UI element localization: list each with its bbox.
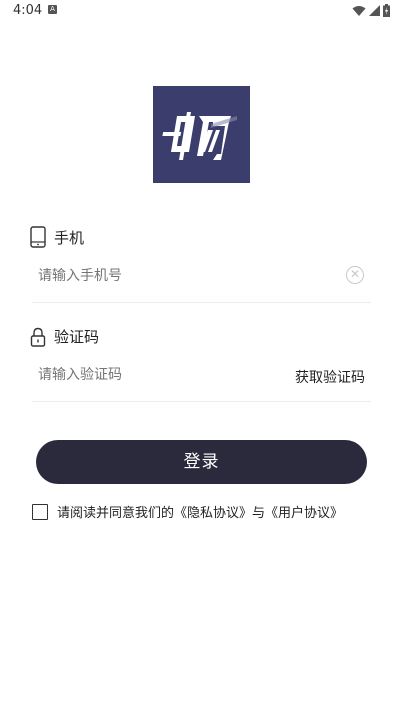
agreement-prefix: 请阅读并同意我们的: [57, 506, 175, 521]
code-label-row: 验证码: [30, 326, 99, 347]
privacy-link[interactable]: 《隐私协议》: [174, 506, 252, 521]
agreement-joiner: 与: [252, 506, 266, 521]
login-screen: 4:04 A 手机 请输入手机号 ✕ 验证码 请输入验证码 获取验证码 登录 请…: [0, 0, 402, 716]
phone-icon: [30, 226, 46, 248]
code-input[interactable]: [38, 367, 268, 383]
lock-icon: [30, 327, 46, 347]
user-agreement-link[interactable]: 《用户协议》: [265, 506, 343, 521]
signal-icon: [369, 5, 380, 16]
get-code-button[interactable]: 获取验证码: [295, 367, 365, 387]
phone-label-row: 手机: [30, 226, 84, 248]
login-button[interactable]: 登录: [36, 440, 367, 484]
phone-label: 手机: [54, 228, 85, 247]
a-notification-icon: A: [48, 5, 57, 14]
status-icons: [352, 4, 390, 17]
clear-icon[interactable]: ✕: [346, 266, 364, 284]
agreement-row: 请阅读并同意我们的《隐私协议》与《用户协议》: [32, 502, 343, 521]
code-label: 验证码: [54, 328, 100, 346]
status-bar: 4:04 A: [0, 0, 402, 22]
phone-divider: [32, 302, 371, 303]
logo-glyph-icon: [162, 112, 237, 160]
agreement-text: 请阅读并同意我们的《隐私协议》与《用户协议》: [57, 502, 343, 521]
agreement-checkbox[interactable]: [32, 503, 48, 520]
status-time: 4:04: [13, 3, 43, 18]
phone-input[interactable]: [38, 268, 268, 284]
wifi-icon: [352, 5, 366, 16]
code-divider: [32, 401, 371, 402]
battery-icon: [383, 4, 390, 17]
app-logo: [153, 86, 250, 183]
